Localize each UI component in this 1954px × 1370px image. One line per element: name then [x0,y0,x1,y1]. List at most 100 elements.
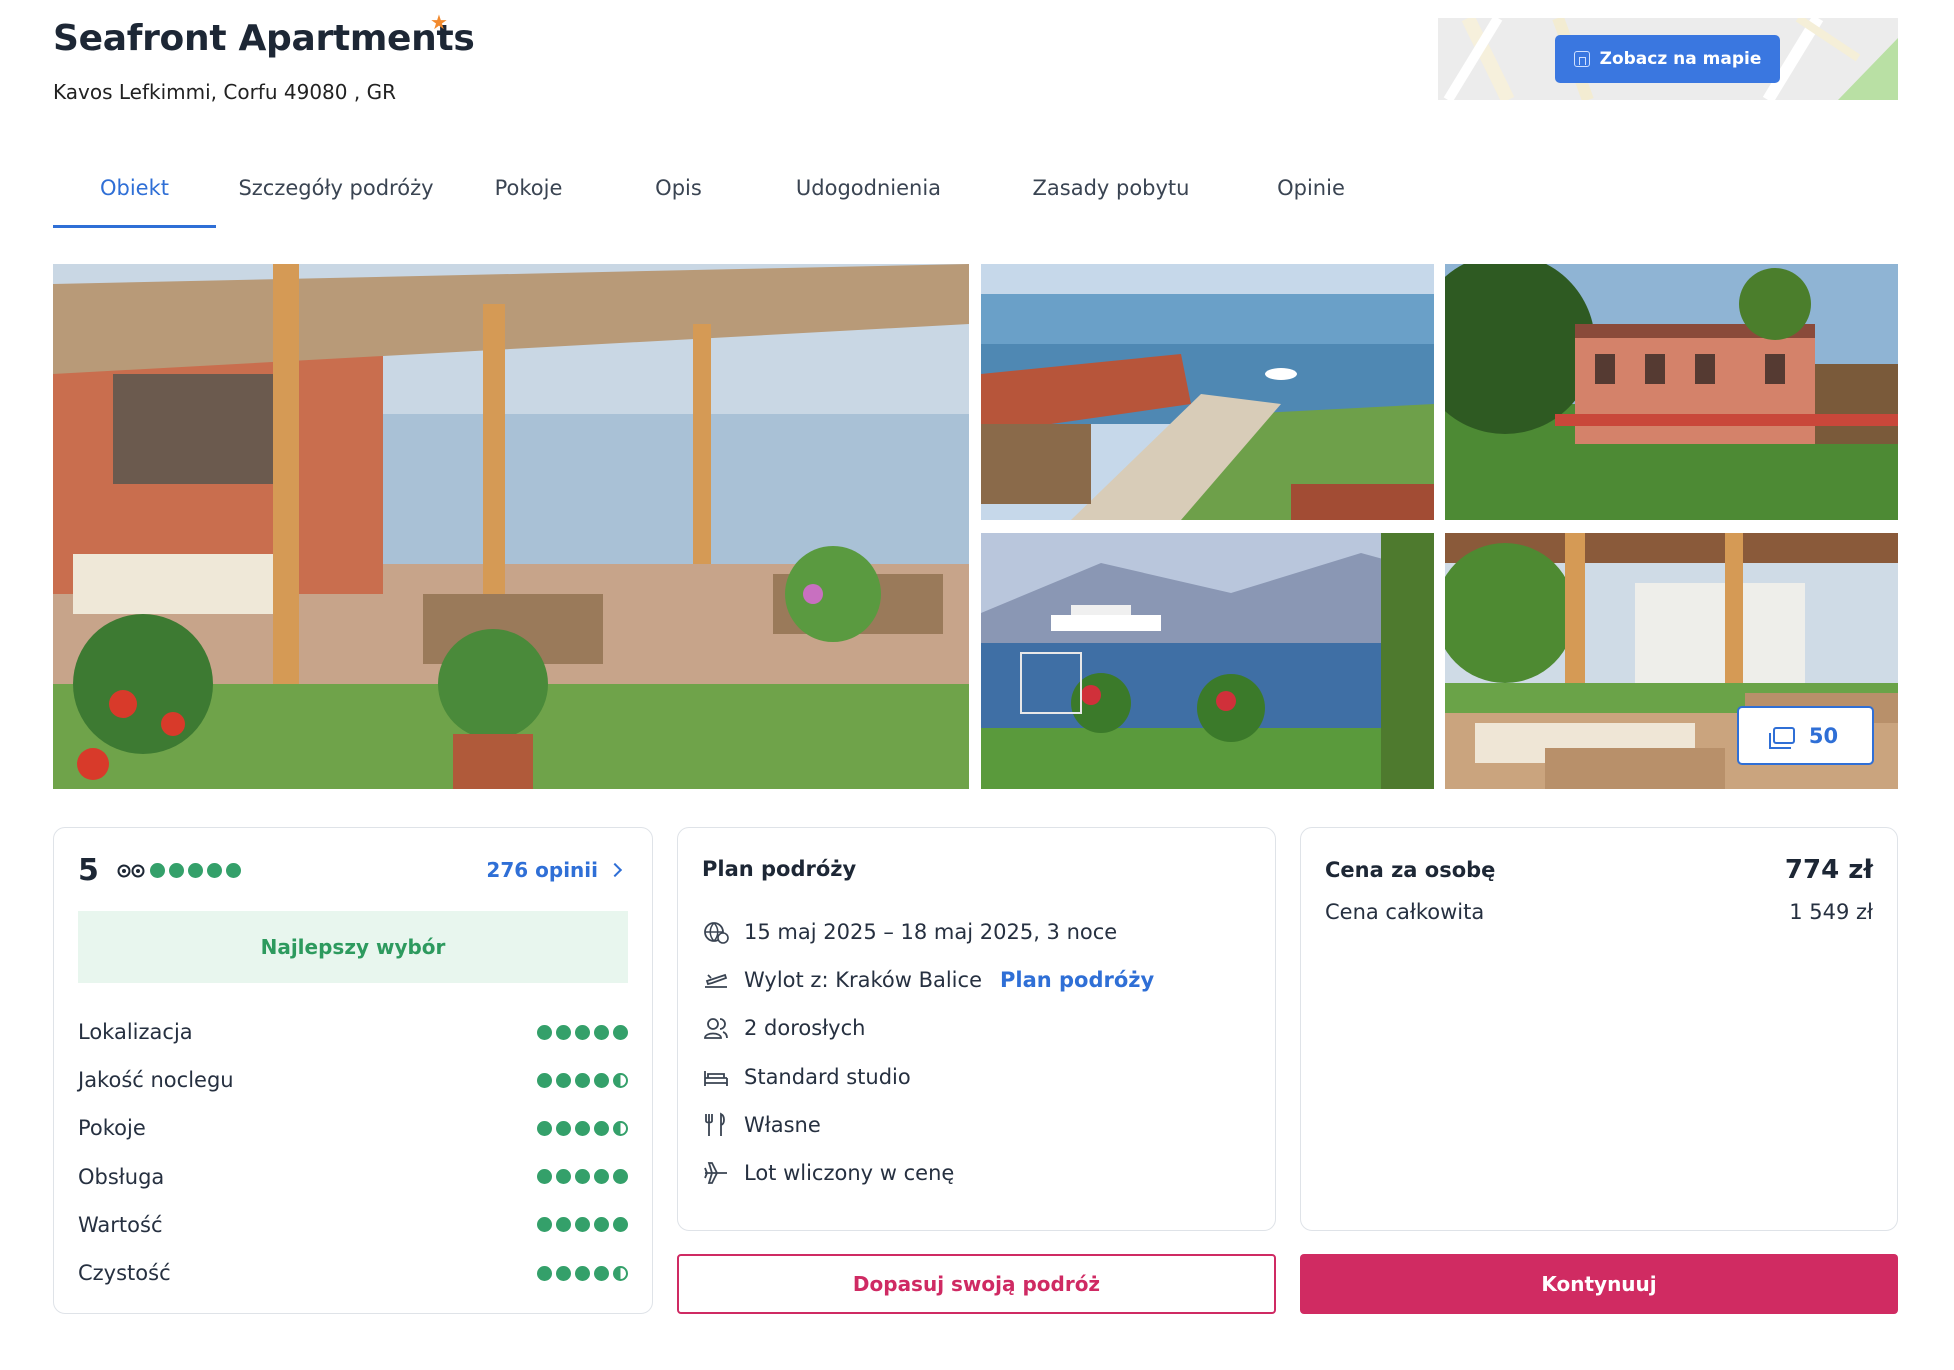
plan-row-room: Standard studio [702,1053,1154,1101]
rating-dot [575,1072,590,1088]
rating-dot [537,1072,552,1088]
plan-flight: Lot wliczony w cenę [744,1161,955,1186]
photo-apartment-building[interactable] [1445,264,1898,520]
rating-score: 5 [78,853,99,888]
photo-beach-pergola[interactable] [981,264,1434,520]
plan-departure: Wylot z: Kraków Balice [744,968,982,993]
overall-rating-dots [150,863,241,878]
rating-dot [594,1024,609,1040]
best-choice-badge: Najlepszy wybór [78,911,628,983]
rating-dot [226,863,241,878]
building-icon [1573,51,1590,67]
rating-row-dots [537,1169,628,1185]
price-total-label: Cena całkowita [1325,900,1485,924]
price-per-person-label: Cena za osobę [1325,858,1496,882]
rating-dot [575,1120,590,1136]
rating-row-value: Wartość [78,1201,628,1249]
fork-knife-icon [702,1111,730,1139]
rating-dot [575,1024,590,1040]
rating-dot [594,1265,609,1281]
customize-trip-button[interactable]: Dopasuj swoją podróż [677,1254,1276,1314]
rating-dot [594,1120,609,1136]
rating-row-service: Obsługa [78,1153,628,1201]
rating-row-dots [537,1265,628,1281]
travel-plan-card: Plan podróży 15 maj 2025 – 18 maj 2025, … [677,827,1276,1231]
view-on-map-button[interactable]: Zobacz na mapie [1555,35,1780,83]
hotel-title: Seafront Apartments [53,18,475,59]
hotel-address: Kavos Lefkimmi, Corfu 49080 , GR [53,80,396,104]
rating-row-label: Lokalizacja [78,1020,193,1045]
rating-dot [556,1120,571,1136]
rating-dot [575,1265,590,1281]
tab-amenities[interactable]: Udogodnienia [756,168,981,228]
rating-row-accommodation-quality: Jakość noclegu [78,1056,628,1104]
main-photo-terrace-bar[interactable] [53,264,969,789]
tab-travel-details[interactable]: Szczegóły podróży [216,168,456,228]
rating-dot [537,1217,552,1233]
tab-description[interactable]: Opis [601,168,756,228]
tab-house-rules[interactable]: Zasady pobytu [981,168,1241,228]
rating-dot [150,863,165,878]
travel-plan-heading: Plan podróży [702,857,857,881]
travel-plan-list: 15 maj 2025 – 18 maj 2025, 3 noce Wylot … [702,908,1154,1197]
plan-room: Standard studio [744,1064,911,1089]
plan-meals: Własne [744,1112,821,1137]
rating-dot [556,1169,571,1185]
tab-rooms[interactable]: Pokoje [456,168,601,228]
rating-row-cleanliness: Czystość [78,1249,628,1297]
rating-row-label: Czystość [78,1261,171,1286]
users-icon [702,1014,730,1042]
show-all-photos-button[interactable]: 50 [1737,706,1874,765]
section-tabs: Obiekt Szczegóły podróży Pokoje Opis Udo… [53,168,1381,228]
rating-dot [575,1217,590,1233]
rating-dot-half [613,1265,628,1281]
map-preview[interactable]: Zobacz na mapie [1438,18,1898,100]
rating-dot [188,863,203,878]
rating-row-label: Pokoje [78,1116,146,1141]
reviews-link[interactable]: 276 opinii [486,858,623,882]
rating-dot [613,1217,628,1233]
star-icon: ★ [430,10,448,34]
rating-dot [613,1024,628,1040]
rating-dot [537,1024,552,1040]
price-total-row: Cena całkowita 1 549 zł [1325,900,1873,924]
bed-icon [702,1063,730,1091]
price-per-person-value: 774 zł [1784,855,1873,885]
rating-row-dots [537,1120,628,1136]
rating-dot [556,1072,571,1088]
rating-dot [594,1072,609,1088]
tab-reviews[interactable]: Opinie [1241,168,1381,228]
price-total-value: 1 549 zł [1789,900,1873,924]
plan-guests: 2 dorosłych [744,1016,866,1041]
plan-dates: 15 maj 2025 – 18 maj 2025, 3 noce [744,920,1118,945]
rating-dot [537,1265,552,1281]
rating-dot [594,1169,609,1185]
rating-card: 5 276 opinii Najlepszy wybór Lokalizacja… [53,827,653,1314]
plane-icon [702,1159,730,1187]
tripadvisor-owl-icon [117,864,145,878]
rating-row-label: Wartość [78,1212,163,1237]
tab-obiekt[interactable]: Obiekt [53,168,216,228]
rating-categories: Lokalizacja Jakość noclegu Pokoje Obsług… [78,1008,628,1297]
rating-dot [613,1169,628,1185]
price-card: Cena za osobę 774 zł Cena całkowita 1 54… [1300,827,1898,1231]
rating-dot [556,1217,571,1233]
rating-dot [575,1169,590,1185]
reviews-count-label: 276 opinii [486,858,598,882]
continue-button[interactable]: Kontynuuj [1300,1254,1898,1314]
rating-dot [594,1217,609,1233]
plan-row-dates: 15 maj 2025 – 18 maj 2025, 3 noce [702,908,1154,956]
rating-row-dots [537,1217,628,1233]
rating-dot [556,1024,571,1040]
rating-row-location: Lokalizacja [78,1008,628,1056]
photo-sea-view-cruise[interactable] [981,533,1434,789]
plan-row-meals: Własne [702,1101,1154,1149]
plane-departure-icon [702,966,730,994]
chevron-right-icon [607,862,623,878]
rating-row-label: Obsługa [78,1164,165,1189]
photo-count-label: 50 [1808,723,1839,748]
rating-dot [537,1169,552,1185]
rating-dot [537,1120,552,1136]
rating-row-label: Jakość noclegu [78,1068,234,1093]
travel-plan-link[interactable]: Plan podróży [1000,968,1154,992]
